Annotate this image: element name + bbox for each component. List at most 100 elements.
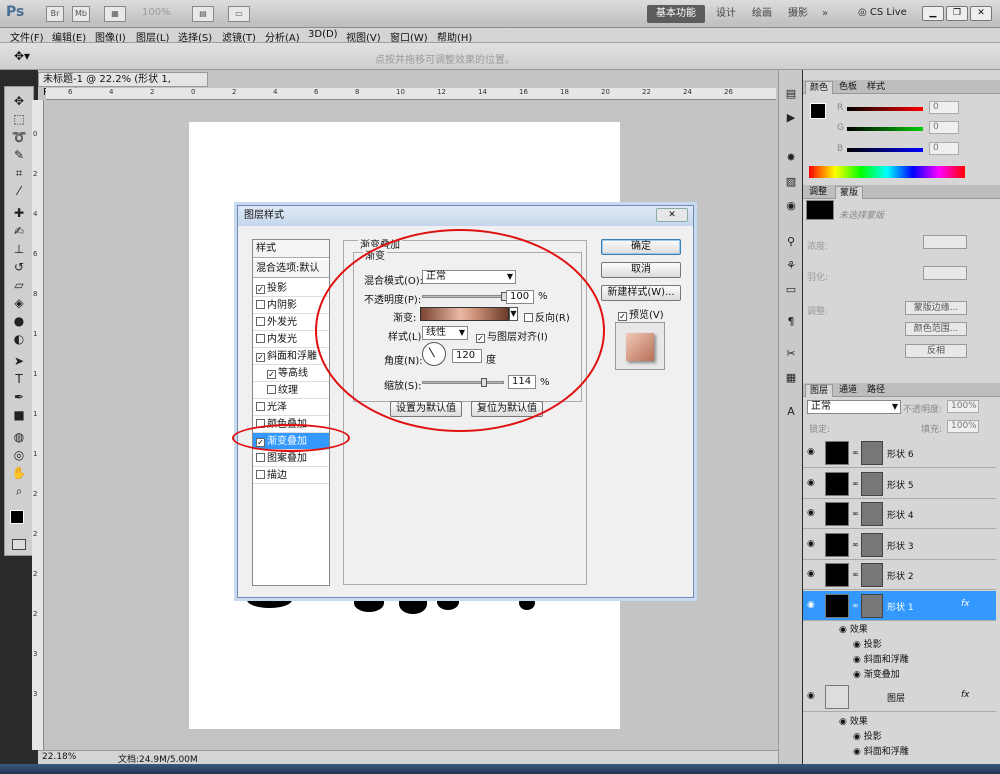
checkbox-icon[interactable] [256,317,265,326]
mask-edge-button[interactable]: 蒙版边缘... [905,301,967,315]
tab-paths[interactable]: 路径 [863,384,889,397]
layer-row[interactable]: ◉ 图层 fx [803,682,996,712]
layer-row[interactable]: ◉ ∞ 形状 1 fx [803,590,996,621]
eye-icon[interactable]: ◉ [807,569,815,579]
type-icon[interactable]: T [10,371,28,387]
clone-stamp-icon[interactable]: ⊥ [10,241,28,257]
swatches-icon[interactable]: ▨ [782,174,800,190]
link-icon[interactable]: ∞ [852,601,859,610]
link-icon[interactable]: ∞ [852,509,859,518]
checkbox-icon[interactable] [256,402,265,411]
channel-g-input[interactable]: 0 [929,121,959,134]
fx-icon[interactable]: fx [961,599,970,609]
menu-view[interactable]: 视图(V) [346,29,381,44]
style-item[interactable]: 纹理 [253,382,329,399]
tab-adjustments[interactable]: 调整 [805,186,831,199]
eye-icon[interactable]: ◉ [853,732,864,742]
view-extras-icon[interactable]: ▦ [104,6,126,22]
close-icon[interactable]: ✕ [970,6,992,21]
tab-masks[interactable]: 蒙版 [835,186,864,199]
move-icon[interactable]: ✥ [10,93,28,109]
link-icon[interactable]: ∞ [852,479,859,488]
brush-icon[interactable]: ✍ [10,223,28,239]
effects-group[interactable]: ◉ 效果 [839,622,868,635]
eye-icon[interactable]: ◉ [839,717,850,727]
eye-icon[interactable]: ◉ [807,508,815,518]
tab-channels[interactable]: 通道 [835,384,861,397]
actions-icon[interactable]: ▶ [782,110,800,126]
style-item[interactable]: ✓ 投影 [253,280,329,297]
link-icon[interactable]: ∞ [852,570,859,579]
arrange-documents-icon[interactable]: ▤ [192,6,214,22]
menu-filter[interactable]: 滤镜(T) [222,29,256,44]
pen-icon[interactable]: ✒ [10,389,28,405]
3d-orbit-icon[interactable]: ◎ [10,447,28,463]
dialog-close-button[interactable]: ✕ [656,208,688,222]
layer-row[interactable]: ◉ ∞ 形状 3 [803,529,996,560]
eye-icon[interactable]: ◉ [807,447,815,457]
style-item[interactable]: 图案叠加 [253,450,329,467]
blur-icon[interactable]: ● [10,313,28,329]
eye-icon[interactable]: ◉ [853,640,864,650]
channel-g-slider[interactable] [847,127,923,131]
effect-item[interactable]: ◉ 斜面和浮雕 [853,744,909,757]
menu-select[interactable]: 选择(S) [178,29,212,44]
quick-mask-icon[interactable] [12,539,26,550]
menu-window[interactable]: 窗口(W) [390,29,428,44]
foreground-color-swatch[interactable] [10,510,24,524]
status-zoom[interactable]: 22.18% [42,752,76,762]
checkbox-checked-icon[interactable]: ✓ [267,370,276,379]
link-icon[interactable]: ∞ [852,448,859,457]
density-input[interactable] [923,235,967,249]
minibridge-icon[interactable]: Mb [72,6,90,22]
color-range-button[interactable]: 颜色范围... [905,322,967,336]
checkbox-icon[interactable] [256,300,265,309]
layer-row[interactable]: ◉ ∞ 形状 6 [803,438,996,468]
channel-b-slider[interactable] [847,148,923,152]
zoom-icon[interactable]: ⌕ [10,483,28,499]
new-style-button[interactable]: 新建样式(W)... [601,285,681,301]
link-icon[interactable]: ∞ [852,540,859,549]
crop-icon[interactable]: ⌗ [10,165,28,181]
color-icon[interactable]: ✸ [782,150,800,166]
shape-icon[interactable]: ■ [10,407,28,423]
tab-layers[interactable]: 图层 [805,384,834,397]
lasso-icon[interactable]: ➰ [10,129,28,145]
3d-icon[interactable]: ✂ [782,346,800,362]
effect-item[interactable]: ◉ 渐变叠加 [853,667,900,680]
style-item[interactable]: 光泽 [253,399,329,416]
foreground-color[interactable] [810,103,826,119]
feather-input[interactable] [923,266,967,280]
workspace-more[interactable]: » [814,5,836,23]
path-select-icon[interactable]: ➤ [10,353,28,369]
3d-rotate-icon[interactable]: ◍ [10,429,28,445]
layer-opacity-input[interactable]: 100% [947,400,979,413]
cs-live[interactable]: ◎ CS Live [858,7,907,18]
checkbox-icon[interactable] [267,385,276,394]
layer-blend-select[interactable]: 正常 ▼ [807,400,901,414]
menu-edit[interactable]: 编辑(E) [52,29,86,44]
move-tool-icon[interactable]: ✥▾ [14,49,30,63]
ruler-horizontal[interactable]: 6 4 2 0 2 4 6 8 10 12 14 16 18 20 22 24 … [46,88,776,100]
eye-icon[interactable]: ◉ [807,600,815,610]
paint-bucket-icon[interactable]: ◈ [10,295,28,311]
eraser-icon[interactable]: ▱ [10,277,28,293]
eye-icon[interactable]: ◉ [807,539,815,549]
hand-icon[interactable]: ✋ [10,465,28,481]
menu-analysis[interactable]: 分析(A) [265,29,300,44]
workspace-basic[interactable]: 基本功能 [647,5,705,23]
ruler-vertical[interactable]: 0 2 4 6 8 1 1 1 1 2 2 2 2 3 3 [32,100,44,750]
zoom-level[interactable]: 100% [142,7,171,18]
character-icon[interactable]: A [782,404,800,420]
channel-b-input[interactable]: 0 [929,142,959,155]
menu-image[interactable]: 图像(I) [95,29,126,44]
fx-icon[interactable]: fx [961,690,970,700]
layer-row[interactable]: ◉ ∞ 形状 2 [803,560,996,590]
preview-checkbox[interactable]: ✓ 预览(V) [618,306,664,321]
healing-brush-icon[interactable]: ✚ [10,205,28,221]
paragraph-icon[interactable]: ¶ [782,314,800,330]
ok-button[interactable]: 确定 [601,239,681,255]
menu-help[interactable]: 帮助(H) [437,29,472,44]
styles-icon[interactable]: ◉ [782,198,800,214]
effect-item[interactable]: ◉ 斜面和浮雕 [853,652,909,665]
